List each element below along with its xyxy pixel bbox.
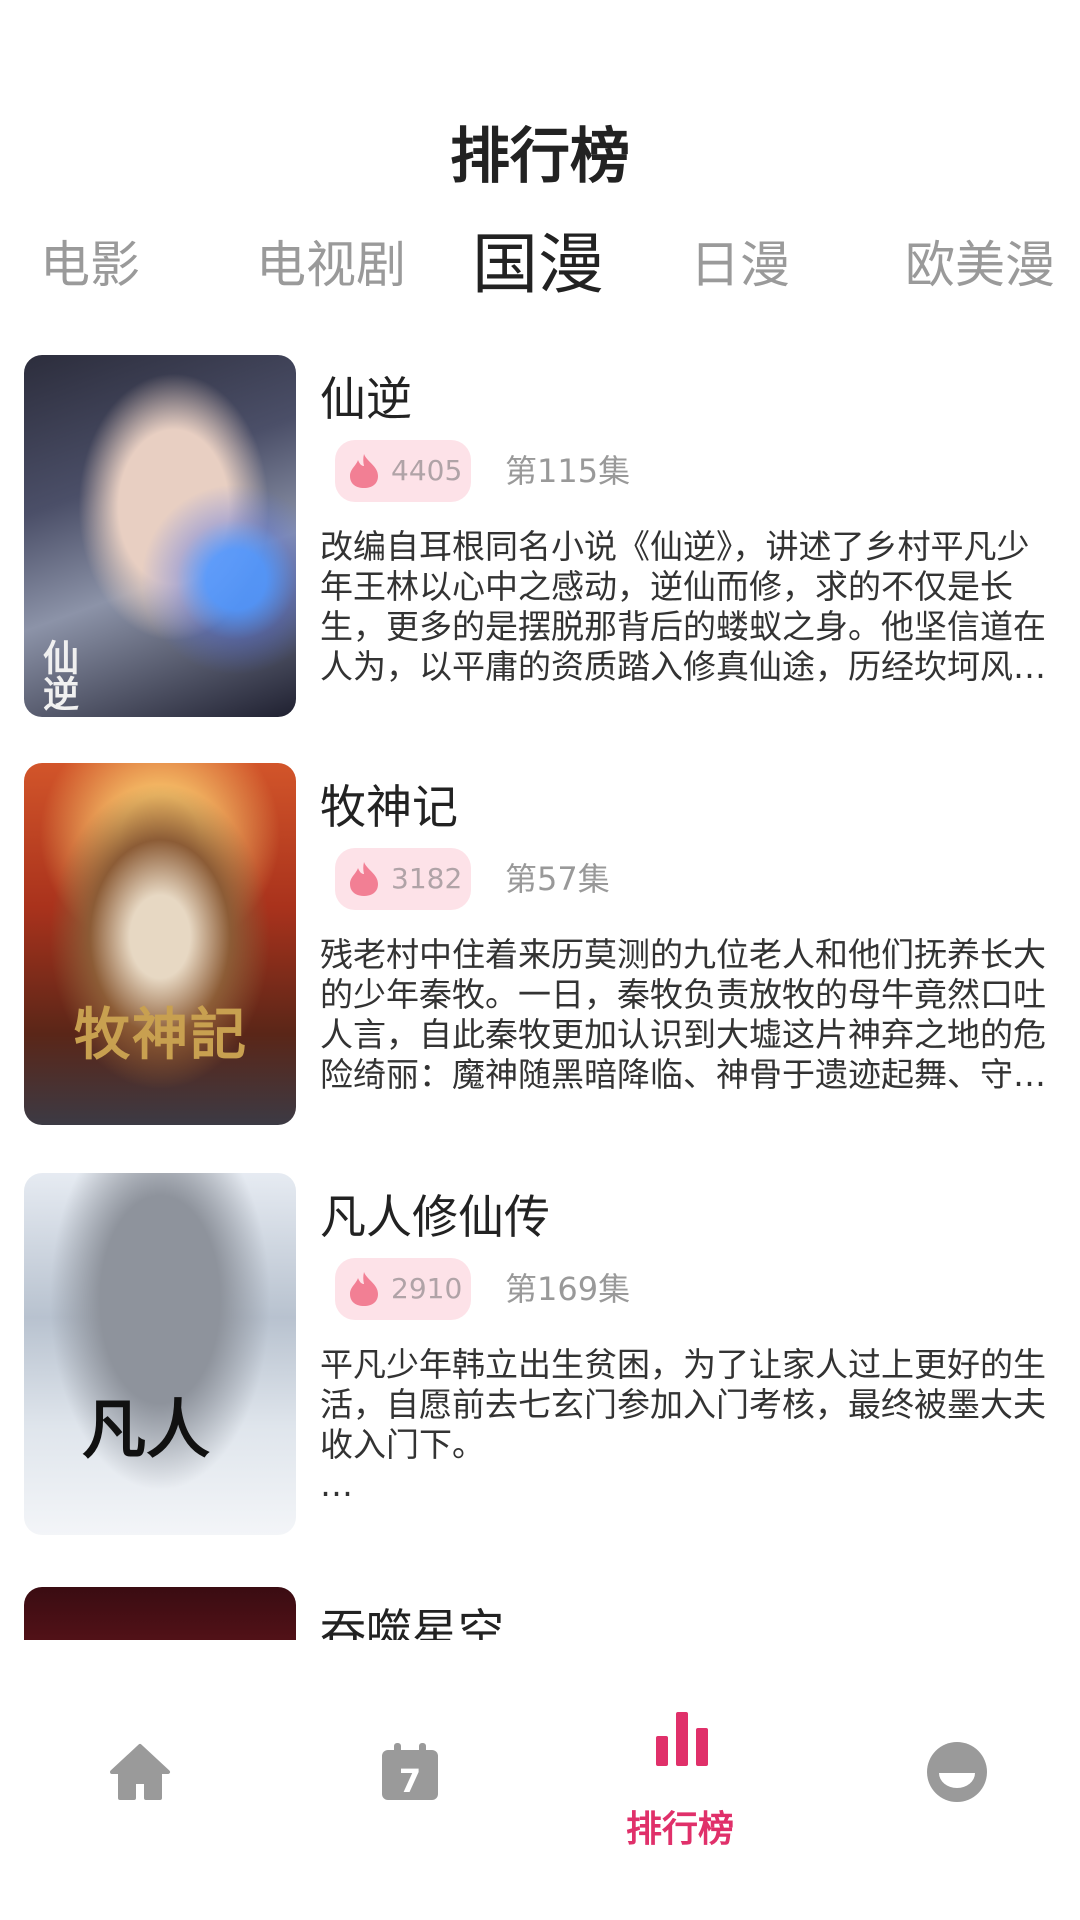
tab-movie[interactable]: 电影: [40, 220, 140, 310]
poster-image[interactable]: 凡人: [24, 1173, 296, 1535]
bar-chart-icon: [656, 1712, 708, 1766]
poster-logo: 牧神記: [74, 1002, 248, 1068]
episode-label: 第115集: [505, 452, 631, 490]
poster-logo: 仙逆: [37, 639, 79, 711]
flame-icon: [350, 1272, 378, 1306]
item-info: 吞噬星空: [320, 1587, 1050, 1640]
description-ellipsis: …: [320, 1465, 353, 1504]
calendar-icon: 7: [382, 1743, 438, 1800]
flame-icon: [350, 862, 378, 896]
hot-badge: 2910: [335, 1258, 471, 1320]
flame-icon: [350, 454, 378, 488]
list-item[interactable]: 仙逆 仙逆 4405 第115集 改编自耳根同名小说《仙逆》，讲述了乡村平凡少年…: [0, 355, 1080, 717]
item-info: 凡人修仙传 2910 第169集 平凡少年韩立出生贫困，为了让家人过上更好的生活…: [320, 1173, 1050, 1535]
item-info: 牧神记 3182 第57集 残老村中住着来历莫测的九位老人和他们抚养长大的少年秦…: [320, 763, 1050, 1125]
poster-art: [24, 1173, 296, 1535]
list-item[interactable]: 吞噬星空: [0, 1587, 1080, 1640]
nav-ranking[interactable]: 排行榜: [580, 1640, 780, 1900]
episode-label: 第57集: [505, 860, 610, 898]
hot-count: 2910: [391, 1272, 463, 1305]
item-description: 改编自耳根同名小说《仙逆》，讲述了乡村平凡少年王林以心中之感动，逆仙而修，求的不…: [320, 527, 1046, 686]
nav-calendar[interactable]: 7: [308, 1640, 508, 1900]
poster-image[interactable]: [24, 1587, 296, 1640]
list-item[interactable]: 牧神記 牧神记 3182 第57集 残老村中住着来历莫测的九位老人和他们抚养长大…: [0, 763, 1080, 1125]
episode-label: 第169集: [505, 1270, 631, 1308]
hot-count: 4405: [391, 454, 463, 487]
tab-japanese-anime[interactable]: 日漫: [690, 220, 790, 310]
nav-profile[interactable]: [855, 1640, 1055, 1900]
item-title[interactable]: 牧神记: [320, 771, 458, 837]
ranking-screen: 排行榜 电影 电视剧 国漫 日漫 欧美漫 仙逆 仙逆 4405 第115集 改编…: [0, 0, 1080, 1920]
category-tabs: 电影 电视剧 国漫 日漫 欧美漫: [0, 220, 1080, 310]
hot-badge: 4405: [335, 440, 471, 502]
item-title[interactable]: 吞噬星空: [320, 1595, 504, 1640]
tab-tv-series[interactable]: 电视剧: [256, 220, 406, 310]
tab-chinese-anime[interactable]: 国漫: [472, 220, 604, 310]
list-item[interactable]: 凡人 凡人修仙传 2910 第169集 平凡少年韩立出生贫困，为了让家人过上更好…: [0, 1173, 1080, 1535]
poster-image[interactable]: 仙逆: [24, 355, 296, 717]
home-icon: [110, 1744, 170, 1800]
hot-count: 3182: [391, 862, 463, 895]
item-title[interactable]: 仙逆: [320, 363, 412, 429]
poster-art: [24, 1587, 296, 1640]
calendar-day: 7: [399, 1762, 421, 1800]
ranking-list[interactable]: 仙逆 仙逆 4405 第115集 改编自耳根同名小说《仙逆》，讲述了乡村平凡少年…: [0, 355, 1080, 1640]
page-title: 排行榜: [450, 122, 630, 192]
poster-image[interactable]: 牧神記: [24, 763, 296, 1125]
hot-badge: 3182: [335, 848, 471, 910]
item-title[interactable]: 凡人修仙传: [320, 1181, 550, 1247]
item-description: 残老村中住着来历莫测的九位老人和他们抚养长大的少年秦牧。一日，秦牧负责放牧的母牛…: [320, 935, 1046, 1094]
tab-western-anime[interactable]: 欧美漫: [905, 220, 1055, 310]
profile-icon: [927, 1742, 987, 1802]
nav-ranking-label: 排行榜: [625, 1809, 734, 1850]
item-description: 平凡少年韩立出生贫困，为了让家人过上更好的生活，自愿前去七玄门参加入门考核，最终…: [320, 1345, 1046, 1464]
nav-home[interactable]: [38, 1640, 238, 1900]
item-info: 仙逆 4405 第115集 改编自耳根同名小说《仙逆》，讲述了乡村平凡少年王林以…: [320, 355, 1050, 717]
bottom-nav: 7 排行榜: [0, 1640, 1080, 1920]
poster-logo: 凡人: [82, 1393, 210, 1468]
